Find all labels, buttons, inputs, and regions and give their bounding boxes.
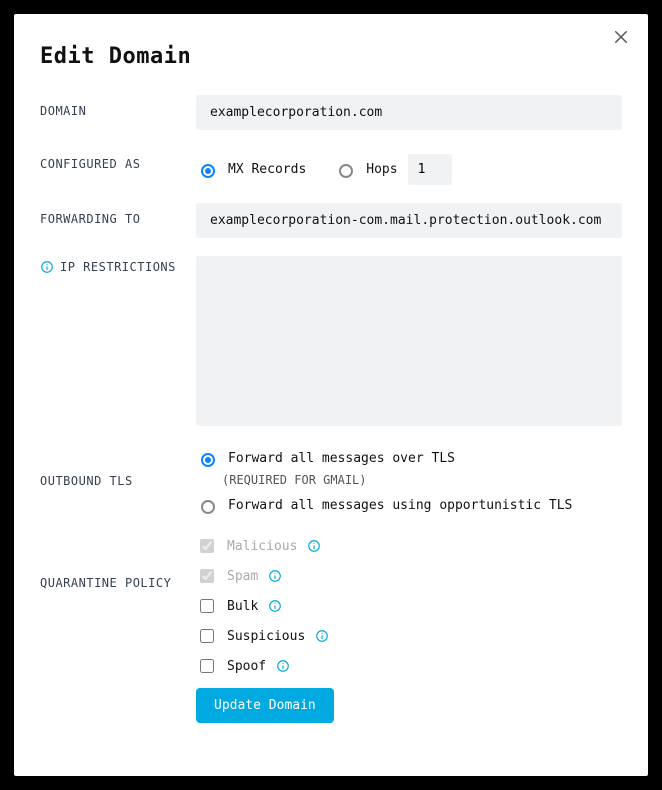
quarantine-checkbox xyxy=(200,569,214,583)
quarantine-item[interactable]: Suspicious xyxy=(196,624,622,648)
quarantine-policy-label: QUARANTINE POLICY xyxy=(40,532,196,590)
quarantine-item-label: Bulk xyxy=(227,599,258,614)
quarantine-policy-list: Malicious Spam Bulk Suspicious Spoof xyxy=(196,532,622,678)
edit-domain-panel: Edit Domain DOMAIN CONFIGURED AS MX Reco… xyxy=(14,14,648,776)
info-icon[interactable] xyxy=(315,629,329,643)
quarantine-item-label: Spoof xyxy=(227,659,266,674)
forwarding-to-label: FORWARDING TO xyxy=(40,203,196,226)
quarantine-item-label: Malicious xyxy=(227,539,297,554)
quarantine-item: Malicious xyxy=(196,534,622,558)
outbound-tls-label: OUTBOUND TLS xyxy=(40,448,196,488)
tls-opportunistic-radio-item[interactable]: Forward all messages using opportunistic… xyxy=(196,497,622,514)
quarantine-item-label: Spam xyxy=(227,569,258,584)
forwarding-to-input[interactable] xyxy=(196,203,622,238)
tls-required-radio-label: Forward all messages over TLS xyxy=(228,451,455,466)
mx-records-radio-item[interactable]: MX Records xyxy=(196,161,306,178)
info-icon[interactable] xyxy=(276,659,290,673)
domain-input[interactable] xyxy=(196,95,622,130)
hops-input[interactable] xyxy=(408,154,452,185)
domain-label: DOMAIN xyxy=(40,95,196,118)
info-icon[interactable] xyxy=(40,260,54,274)
info-icon[interactable] xyxy=(268,599,282,613)
update-domain-button[interactable]: Update Domain xyxy=(196,688,334,723)
info-icon[interactable] xyxy=(307,539,321,553)
quarantine-item[interactable]: Spoof xyxy=(196,654,622,678)
page-title: Edit Domain xyxy=(40,44,622,69)
quarantine-item-label: Suspicious xyxy=(227,629,305,644)
hops-radio[interactable] xyxy=(339,164,353,178)
quarantine-item: Spam xyxy=(196,564,622,588)
close-icon[interactable] xyxy=(612,28,630,46)
tls-opportunistic-radio-label: Forward all messages using opportunistic… xyxy=(228,498,572,513)
info-icon[interactable] xyxy=(268,569,282,583)
quarantine-checkbox[interactable] xyxy=(200,659,214,673)
quarantine-checkbox[interactable] xyxy=(200,629,214,643)
quarantine-checkbox xyxy=(200,539,214,553)
tls-required-sublabel: (REQUIRED FOR GMAIL) xyxy=(222,473,622,487)
ip-restrictions-label: IP RESTRICTIONS xyxy=(60,260,176,274)
ip-restrictions-textarea[interactable] xyxy=(196,256,622,426)
mx-records-radio[interactable] xyxy=(201,164,215,178)
quarantine-item[interactable]: Bulk xyxy=(196,594,622,618)
mx-records-radio-label: MX Records xyxy=(228,162,306,177)
hops-radio-item[interactable]: Hops xyxy=(334,154,451,185)
quarantine-checkbox[interactable] xyxy=(200,599,214,613)
tls-required-radio[interactable] xyxy=(201,453,215,467)
tls-opportunistic-radio[interactable] xyxy=(201,500,215,514)
tls-required-radio-item[interactable]: Forward all messages over TLS xyxy=(196,450,622,467)
configured-as-label: CONFIGURED AS xyxy=(40,148,196,171)
hops-radio-label: Hops xyxy=(366,162,397,177)
